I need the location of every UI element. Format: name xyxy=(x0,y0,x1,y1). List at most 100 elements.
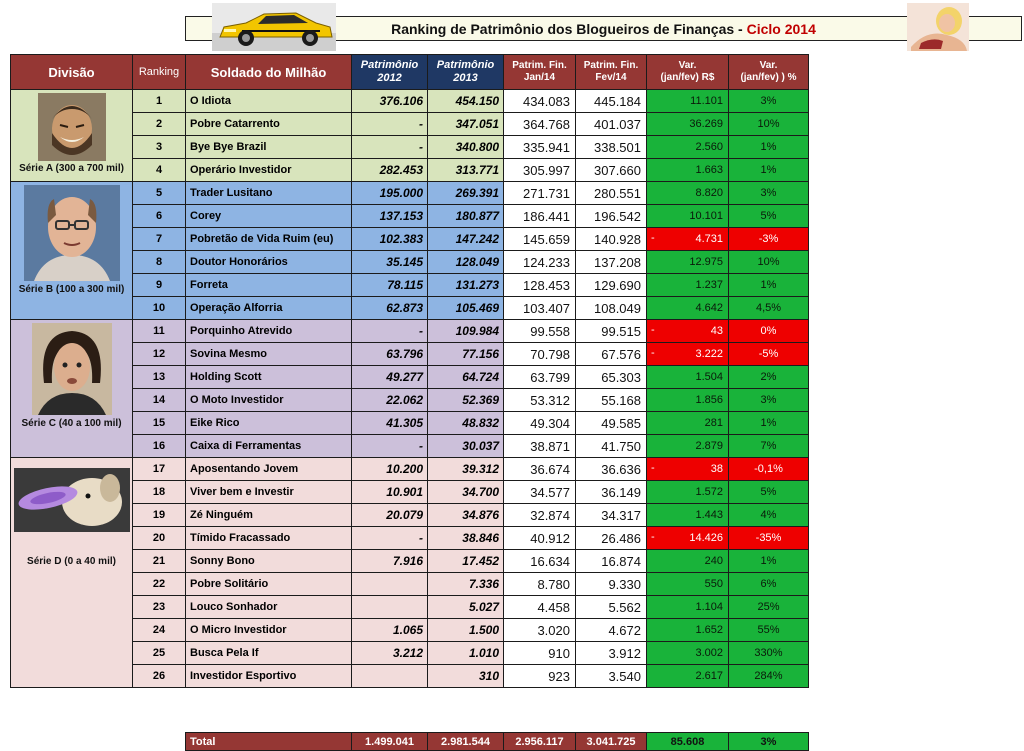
var-value: 38 xyxy=(710,463,723,475)
division-cell: Série D (0 a 40 mil) xyxy=(10,457,133,688)
patrimonio-2012-cell: 35.145 xyxy=(351,250,428,274)
patrimonio-2013-cell: 34.876 xyxy=(427,503,504,527)
division-cell: Série B (100 a 300 mil) xyxy=(10,181,133,320)
fev14-cell: 3.540 xyxy=(575,664,647,688)
column-header-patrimonio-2012: Patrimônio 2012 xyxy=(351,54,428,90)
column-header-patrimonio-2013: Patrimônio 2013 xyxy=(427,54,504,90)
jan14-cell: 145.659 xyxy=(503,227,576,251)
jan14-cell: 335.941 xyxy=(503,135,576,159)
name-cell: Eike Rico xyxy=(185,411,352,435)
fev14-cell: 4.672 xyxy=(575,618,647,642)
rank-cell: 1 xyxy=(132,89,186,113)
var-rs-cell: 10.101 xyxy=(646,204,729,228)
var-pct-cell: 1% xyxy=(728,273,809,297)
rank-cell: 15 xyxy=(132,411,186,435)
woman-photo-image xyxy=(907,3,969,51)
patrimonio-2012-cell: 10.200 xyxy=(351,457,428,481)
var-value: 43 xyxy=(710,325,723,337)
negative-marker: - xyxy=(651,232,655,244)
column-header-ranking: Ranking xyxy=(132,54,186,90)
patrimonio-2012-cell: - xyxy=(351,112,428,136)
patrimonio-2013-cell: 340.800 xyxy=(427,135,504,159)
patrimonio-2013-cell: 48.832 xyxy=(427,411,504,435)
name-cell: Sonny Bono xyxy=(185,549,352,573)
name-cell: Operário Investidor xyxy=(185,158,352,182)
name-cell: Pobre Solitário xyxy=(185,572,352,596)
jan14-cell: 70.798 xyxy=(503,342,576,366)
column-header-var-rs: Var. (jan/fev) R$ xyxy=(646,54,729,90)
total-var-pct: 3% xyxy=(728,732,809,751)
var-rs-cell: 3.002 xyxy=(646,641,729,665)
patrimonio-2013-cell: 77.156 xyxy=(427,342,504,366)
patrimonio-2013-cell: 128.049 xyxy=(427,250,504,274)
fev14-cell: 36.636 xyxy=(575,457,647,481)
var-value: 4.731 xyxy=(695,233,723,245)
name-cell: Corey xyxy=(185,204,352,228)
fev14-cell: 445.184 xyxy=(575,89,647,113)
division-cell: Série C (40 a 100 mil) xyxy=(10,319,133,458)
name-cell: O Idiota xyxy=(185,89,352,113)
var-rs-cell: 11.101 xyxy=(646,89,729,113)
total-jan14: 2.956.117 xyxy=(503,732,576,751)
var-pct-cell: 5% xyxy=(728,480,809,504)
laughing-man-portrait-image xyxy=(38,93,106,161)
column-header-var-pct: Var. (jan/fev) ) % xyxy=(728,54,809,90)
var-pct-cell: 330% xyxy=(728,641,809,665)
jan14-cell: 34.577 xyxy=(503,480,576,504)
patrimonio-2013-cell: 30.037 xyxy=(427,434,504,458)
patrimonio-2012-cell xyxy=(351,595,428,619)
patrimonio-2013-cell: 310 xyxy=(427,664,504,688)
fev14-cell: 36.149 xyxy=(575,480,647,504)
column-header-divisao: Divisão xyxy=(10,54,133,90)
jan14-cell: 271.731 xyxy=(503,181,576,205)
table-row: Série D (0 a 40 mil) 17 Aposentando Jovem 1… xyxy=(10,457,809,688)
var-rs-cell: 1.856 xyxy=(646,388,729,412)
jan14-cell: 923 xyxy=(503,664,576,688)
jan14-cell: 32.874 xyxy=(503,503,576,527)
total-row: Total 1.499.041 2.981.544 2.956.117 3.04… xyxy=(185,732,809,751)
rank-cell: 6 xyxy=(132,204,186,228)
rank-cell: 3 xyxy=(132,135,186,159)
fev14-cell: 41.750 xyxy=(575,434,647,458)
patrimonio-2013-cell: 38.846 xyxy=(427,526,504,550)
fev14-cell: 49.585 xyxy=(575,411,647,435)
name-cell: Pobre Catarrento xyxy=(185,112,352,136)
fev14-cell: 34.317 xyxy=(575,503,647,527)
jan14-cell: 63.799 xyxy=(503,365,576,389)
var-pct-cell: 25% xyxy=(728,595,809,619)
table-row: Série C (40 a 100 mil) 11 Porquinho Atrevi… xyxy=(10,319,809,458)
var-pct-cell: 7% xyxy=(728,434,809,458)
var-pct-cell: -0,1% xyxy=(728,457,809,481)
var-pct-cell: 3% xyxy=(728,89,809,113)
name-cell: Viver bem e Investir xyxy=(185,480,352,504)
var-rs-cell: - 3.222 xyxy=(646,342,729,366)
patrimonio-2013-cell: 1.500 xyxy=(427,618,504,642)
name-cell: Tímido Fracassado xyxy=(185,526,352,550)
rank-cell: 11 xyxy=(132,319,186,343)
var-pct-cell: 4% xyxy=(728,503,809,527)
dog-frisbee-image xyxy=(14,468,130,532)
fev14-cell: 9.330 xyxy=(575,572,647,596)
name-cell: Pobretão de Vida Ruim (eu) xyxy=(185,227,352,251)
total-patrimonio-2012: 1.499.041 xyxy=(351,732,428,751)
var-rs-cell: 1.663 xyxy=(646,158,729,182)
fev14-cell: 16.874 xyxy=(575,549,647,573)
rank-cell: 23 xyxy=(132,595,186,619)
var-rs-cell: 8.820 xyxy=(646,181,729,205)
jan14-cell: 4.458 xyxy=(503,595,576,619)
fev14-cell: 401.037 xyxy=(575,112,647,136)
var-pct-cell: 1% xyxy=(728,158,809,182)
var-rs-cell: 2.879 xyxy=(646,434,729,458)
patrimonio-2013-cell: 147.242 xyxy=(427,227,504,251)
jan14-cell: 124.233 xyxy=(503,250,576,274)
fev14-cell: 196.542 xyxy=(575,204,647,228)
var-rs-cell: 240 xyxy=(646,549,729,573)
rank-cell: 24 xyxy=(132,618,186,642)
rank-cell: 17 xyxy=(132,457,186,481)
patrimonio-2012-cell: 3.212 xyxy=(351,641,428,665)
jan14-cell: 305.997 xyxy=(503,158,576,182)
var-rs-cell: 1.104 xyxy=(646,595,729,619)
jan14-cell: 38.871 xyxy=(503,434,576,458)
patrimonio-2013-cell: 5.027 xyxy=(427,595,504,619)
column-header-fev14: Patrim. Fin. Fev/14 xyxy=(575,54,647,90)
